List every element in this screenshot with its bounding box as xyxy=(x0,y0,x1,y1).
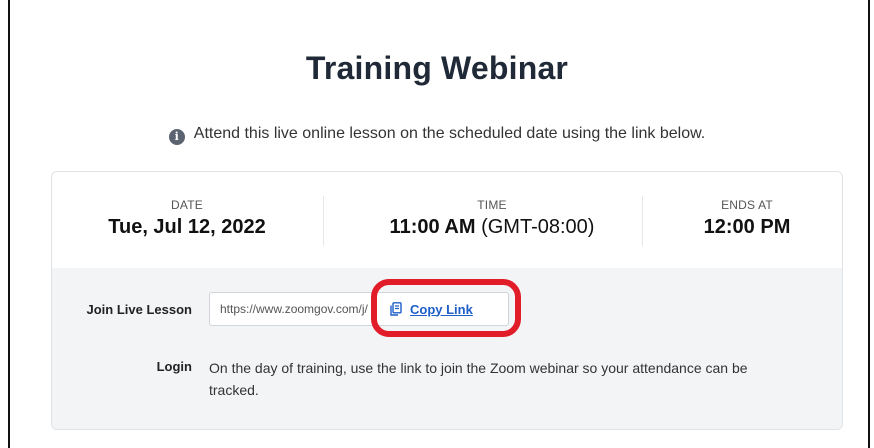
notice-line: i Attend this live online lesson on the s… xyxy=(0,125,874,145)
date-column: DATE Tue, Jul 12, 2022 xyxy=(102,198,272,239)
ends-label: ENDS AT xyxy=(721,198,773,212)
time-label: TIME xyxy=(477,198,507,212)
time-column: TIME 11:00 AM (GMT-08:00) xyxy=(352,198,632,239)
time-value-line: 11:00 AM (GMT-08:00) xyxy=(352,216,632,239)
ends-value: 12:00 PM xyxy=(703,216,791,238)
schedule-row: DATE Tue, Jul 12, 2022 TIME 11:00 AM (GM… xyxy=(52,172,842,269)
login-label: Login xyxy=(156,359,192,374)
page-title: Training Webinar xyxy=(305,50,569,86)
login-instructions: On the day of training, use the link to … xyxy=(209,360,748,398)
notice-text: Attend this live online lesson on the sc… xyxy=(193,125,706,142)
time-zone: (GMT-08:00) xyxy=(481,216,595,238)
info-icon: i xyxy=(168,129,185,145)
join-url-text[interactable]: https://www.zoomgov.com/j/ xyxy=(210,302,380,316)
date-value: Tue, Jul 12, 2022 xyxy=(108,216,266,238)
divider xyxy=(323,196,324,246)
join-label: Join Live Lesson xyxy=(86,302,192,317)
time-value: 11:00 AM xyxy=(389,216,476,238)
divider xyxy=(642,196,643,246)
date-label: DATE xyxy=(171,198,203,212)
ends-column: ENDS AT 12:00 PM xyxy=(682,198,812,239)
highlight-circle xyxy=(371,279,521,337)
